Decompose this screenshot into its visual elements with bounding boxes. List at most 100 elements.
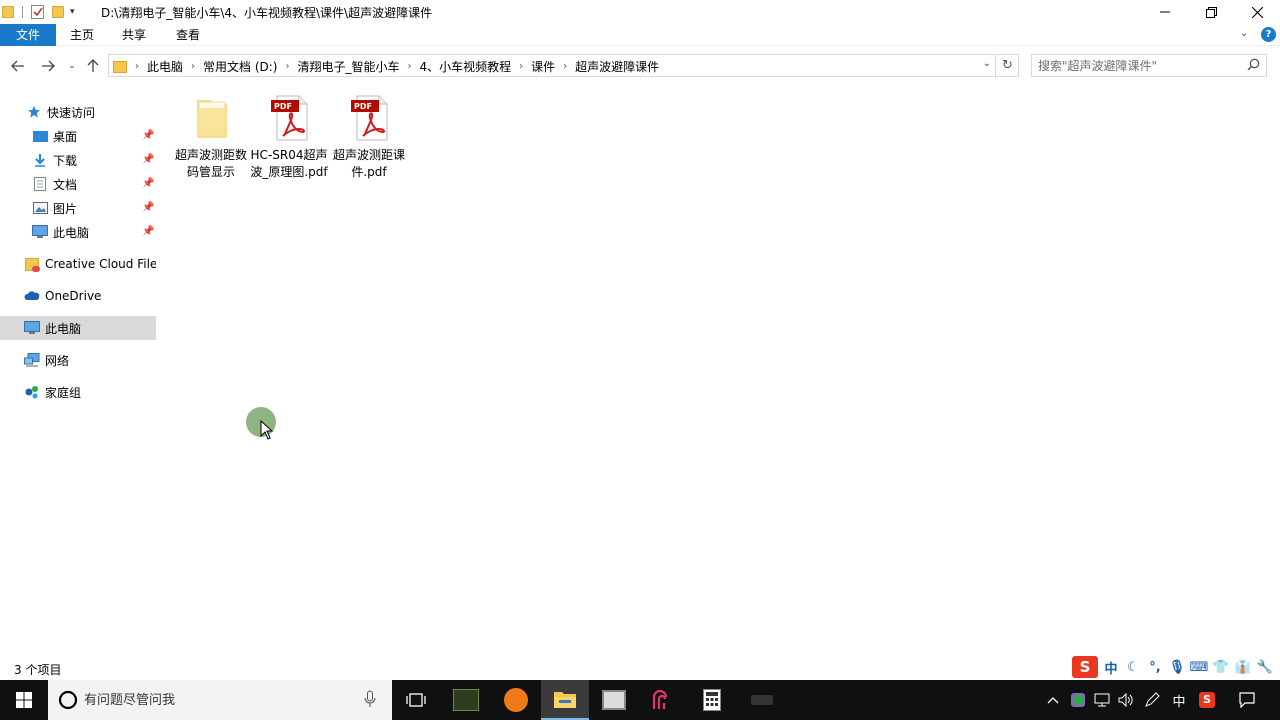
- sidebar-item-onedrive[interactable]: OneDrive: [0, 284, 156, 308]
- sidebar-item-creative-cloud[interactable]: Creative Cloud Files: [0, 252, 156, 276]
- creative-cloud-icon: [24, 256, 40, 272]
- taskbar-app-recorder[interactable]: [738, 680, 786, 720]
- breadcrumb-item[interactable]: 超声波避障课件: [575, 58, 659, 75]
- microphone-icon[interactable]: 🎙: [1168, 658, 1186, 676]
- network-status-icon[interactable]: [1092, 680, 1112, 720]
- sidebar-item-homegroup[interactable]: 家庭组: [0, 380, 156, 404]
- address-bar[interactable]: › 此电脑 › 常用文档 (D:) › 清翔电子_智能小车 › 4、小车视频教程…: [108, 54, 996, 77]
- restore-button[interactable]: [1188, 0, 1234, 24]
- browser-icon: [504, 688, 528, 712]
- pin-icon[interactable]: 📌: [142, 202, 154, 213]
- action-center-icon[interactable]: [1232, 680, 1262, 720]
- skin-icon[interactable]: 👕: [1212, 658, 1230, 676]
- breadcrumb-item[interactable]: 4、小车视频教程: [420, 58, 512, 75]
- picture-icon: [32, 200, 48, 216]
- breadcrumb-item[interactable]: 常用文档 (D:): [203, 58, 277, 75]
- microphone-icon[interactable]: [364, 690, 376, 711]
- taskbar-app-browser[interactable]: [492, 680, 540, 720]
- sidebar-item-label: 此电脑: [53, 225, 90, 240]
- tab-share[interactable]: 共享: [114, 24, 154, 46]
- tray-app-icon[interactable]: [1068, 680, 1088, 720]
- breadcrumb-separator-icon[interactable]: ›: [191, 61, 195, 72]
- file-explorer-icon: [554, 692, 576, 708]
- sidebar-item-this-pc[interactable]: 此电脑: [0, 316, 156, 340]
- pin-icon[interactable]: 📌: [142, 130, 154, 141]
- taskbar-app-calculator[interactable]: [688, 680, 736, 720]
- moon-icon[interactable]: ☾: [1124, 658, 1142, 676]
- task-view-button[interactable]: [392, 680, 440, 720]
- sogou-logo-icon[interactable]: S: [1072, 656, 1098, 678]
- sidebar-item-documents[interactable]: 文档 📌: [0, 172, 156, 196]
- ime-language-indicator[interactable]: 中: [1102, 658, 1120, 677]
- file-name: 超声波测距数码管显示: [174, 148, 247, 179]
- sidebar-item-network[interactable]: 网络: [0, 348, 156, 372]
- star-icon: [26, 104, 42, 120]
- cortana-search-box[interactable]: [48, 680, 392, 720]
- minimize-button[interactable]: [1142, 0, 1188, 24]
- search-box[interactable]: [1031, 54, 1267, 77]
- cortana-search-input[interactable]: [84, 690, 344, 710]
- recent-locations-chevron-icon[interactable]: ⌄: [62, 56, 82, 76]
- media-app-icon: [602, 690, 626, 710]
- up-button[interactable]: [83, 56, 103, 76]
- breadcrumb-separator-icon[interactable]: ›: [408, 61, 412, 72]
- sidebar-item-downloads[interactable]: 下载 📌: [0, 148, 156, 172]
- breadcrumb-separator-icon[interactable]: ›: [285, 61, 289, 72]
- sidebar-item-label: 此电脑: [45, 321, 82, 336]
- forward-button[interactable]: [38, 56, 58, 76]
- punctuation-icon[interactable]: °,: [1146, 658, 1164, 676]
- breadcrumb-separator-icon[interactable]: ›: [563, 61, 567, 72]
- svg-text:PDF: PDF: [354, 102, 372, 111]
- refresh-button[interactable]: ↻: [997, 54, 1019, 77]
- breadcrumb-separator-icon[interactable]: ›: [135, 61, 139, 72]
- taskbar-app-media[interactable]: [590, 680, 638, 720]
- help-icon[interactable]: ?: [1261, 27, 1276, 42]
- sidebar-item-this-pc-pinned[interactable]: 此电脑 📌: [0, 220, 156, 244]
- breadcrumb-item[interactable]: 课件: [531, 58, 555, 75]
- sidebar-item-quick-access[interactable]: 快速访问: [0, 100, 156, 124]
- tab-view[interactable]: 查看: [168, 24, 208, 46]
- pdf-icon: PDF: [345, 94, 393, 142]
- sidebar-item-desktop[interactable]: 桌面 📌: [0, 124, 156, 148]
- file-list: 超声波测距数码管显示 PDF HC-SR04超声波_原理图.pdf PDF 超声…: [160, 88, 1280, 648]
- expand-ribbon-chevron-icon[interactable]: ⌄: [1240, 28, 1248, 39]
- tab-file[interactable]: 文件: [0, 24, 56, 46]
- pin-icon[interactable]: 📌: [142, 178, 154, 189]
- recorder-icon: [751, 695, 773, 705]
- search-input[interactable]: [1038, 57, 1238, 74]
- keyboard-icon[interactable]: ⌨: [1190, 658, 1209, 676]
- ime-toolbar: S 中 ☾ °, 🎙 ⌨ 👕 👔 🔧: [1072, 654, 1274, 680]
- properties-icon[interactable]: [31, 5, 44, 19]
- pin-icon[interactable]: 📌: [142, 226, 154, 237]
- wrench-icon[interactable]: 🔧: [1256, 658, 1274, 676]
- show-hidden-icons-chevron-icon[interactable]: [1044, 680, 1062, 720]
- pin-icon[interactable]: 📌: [142, 154, 154, 165]
- close-button[interactable]: [1234, 0, 1280, 24]
- pen-ink-icon[interactable]: [1142, 680, 1162, 720]
- breadcrumb-item[interactable]: 此电脑: [147, 58, 183, 75]
- tab-home[interactable]: 主页: [62, 24, 102, 46]
- address-dropdown-chevron-icon[interactable]: ⌄: [983, 58, 991, 69]
- taskbar: 中 S: [0, 680, 1280, 720]
- professor-app-icon: [453, 689, 479, 711]
- file-name: HC-SR04超声波_原理图.pdf: [250, 148, 328, 179]
- volume-icon[interactable]: [1116, 680, 1136, 720]
- sidebar-item-pictures[interactable]: 图片 📌: [0, 196, 156, 220]
- taskbar-app-lines[interactable]: [638, 680, 686, 720]
- start-button[interactable]: [0, 680, 48, 720]
- file-item-pdf[interactable]: PDF HC-SR04超声波_原理图.pdf: [250, 94, 328, 181]
- file-item-pdf[interactable]: PDF 超声波测距课件.pdf: [330, 94, 408, 181]
- taskbar-app-file-explorer[interactable]: [541, 680, 589, 720]
- sidebar-item-label: OneDrive: [45, 289, 102, 303]
- search-icon[interactable]: [1247, 58, 1260, 74]
- back-button[interactable]: [8, 56, 28, 76]
- customize-toolbar-chevron-icon[interactable]: ▾: [70, 7, 75, 17]
- taskbar-app-professor[interactable]: [442, 680, 490, 720]
- breadcrumb-item[interactable]: 清翔电子_智能小车: [297, 58, 399, 75]
- file-item-folder[interactable]: 超声波测距数码管显示: [172, 94, 250, 181]
- breadcrumb-separator-icon[interactable]: ›: [519, 61, 523, 72]
- new-folder-icon[interactable]: [52, 6, 64, 18]
- input-language-indicator[interactable]: 中: [1168, 680, 1190, 720]
- sogou-tray-icon[interactable]: S: [1196, 680, 1218, 720]
- shirt-icon[interactable]: 👔: [1234, 658, 1252, 676]
